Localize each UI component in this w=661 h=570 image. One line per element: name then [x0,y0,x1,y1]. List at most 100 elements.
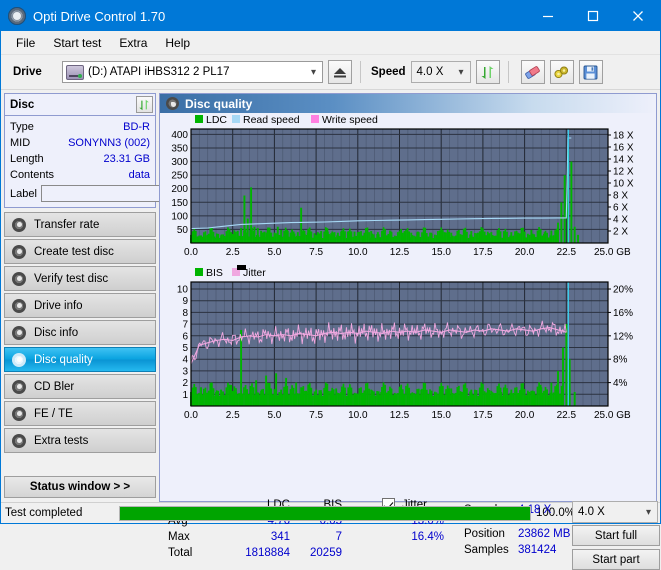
disc-icon [12,434,26,448]
svg-text:5.0: 5.0 [267,410,281,421]
toolbar-divider [360,61,361,83]
refresh-button[interactable] [476,60,500,84]
svg-text:4 X: 4 X [613,215,628,226]
sidebar-item-fe-te[interactable]: FE / TE [4,401,156,426]
svg-text:12.5: 12.5 [390,410,410,421]
svg-text:5.0: 5.0 [267,247,281,258]
sidebar-spacer [4,453,156,472]
window-controls [525,1,660,31]
disc-icon [12,380,26,394]
chevron-down-icon: ▾ [646,507,651,518]
disc-icon [12,218,26,232]
sidebar-item-disc-info[interactable]: Disc info [4,320,156,345]
app-window: Opti Drive Control 1.70 File Start test … [0,0,661,524]
sidebar-item-label: Disc quality [34,354,93,366]
progress-bar [119,504,531,523]
disc-icon [12,245,26,259]
svg-text:BIS: BIS [206,267,223,279]
disc-row-value: BD-R [123,121,150,133]
close-icon[interactable] [615,1,660,31]
sidebar-item-drive-info[interactable]: Drive info [4,293,156,318]
menu-item-extra[interactable]: Extra [110,33,156,53]
svg-text:Read speed: Read speed [243,114,300,126]
speed-select-value: 4.0 X [417,66,444,78]
disc-refresh-button[interactable] [136,96,153,113]
svg-text:2.5: 2.5 [226,247,240,258]
minimize-icon[interactable] [525,1,570,31]
disc-row-key: Type [10,121,34,133]
svg-text:4%: 4% [613,378,628,389]
svg-text:2 X: 2 X [613,227,628,238]
sidebar-item-label: FE / TE [34,408,73,420]
svg-text:8 X: 8 X [613,191,628,202]
svg-text:7.5: 7.5 [309,410,323,421]
stats-bis-max: 7 [296,531,342,543]
sidebar-item-cd-bler[interactable]: CD Bler [4,374,156,399]
svg-text:25.0 GB: 25.0 GB [594,247,631,258]
app-disc-icon [8,7,26,25]
svg-text:7: 7 [182,320,188,331]
save-button[interactable] [579,60,603,84]
chevron-down-icon: ▾ [311,67,316,78]
svg-text:17.5: 17.5 [473,247,493,258]
sidebar-item-verify-test-disc[interactable]: Verify test disc [4,266,156,291]
svg-text:Write speed: Write speed [322,114,378,126]
status-window-button[interactable]: Status window > > [4,476,156,498]
disc-label-row: Label [10,184,150,203]
disc-row-value: SONYNN3 (002) [68,137,150,149]
sidebar-item-extra-tests[interactable]: Extra tests [4,428,156,453]
test-speed-select[interactable]: 4.0 X ▾ [572,501,658,523]
svg-text:12%: 12% [613,331,633,342]
status-bar: Test completed 100.0% 33:14 [1,502,660,523]
sidebar-item-label: Verify test disc [34,273,108,285]
drive-select[interactable]: (D:) ATAPI iHBS312 2 PL17 ▾ [62,61,323,83]
position-value: 23862 MB [518,528,570,540]
sidebar-item-disc-quality[interactable]: Disc quality [4,347,156,372]
sidebar-item-create-test-disc[interactable]: Create test disc [4,239,156,264]
maximize-icon[interactable] [570,1,615,31]
progress-fill [120,507,530,520]
disc-panel-header: Disc [5,94,155,116]
menu-item-start-test[interactable]: Start test [44,33,110,53]
start-part-button[interactable]: Start part [572,549,660,570]
samples-label: Samples [464,544,509,556]
title-bar: Opti Drive Control 1.70 [1,1,660,31]
disc-row-value: 23.31 GB [104,153,150,165]
svg-text:2: 2 [182,378,188,389]
svg-text:22.5: 22.5 [557,247,577,258]
svg-text:5: 5 [182,343,188,354]
main-panel: Disc quality LDCRead speedWrite speed400… [159,93,657,502]
svg-text:15.0: 15.0 [431,410,451,421]
erase-button[interactable] [521,60,545,84]
svg-text:10.0: 10.0 [348,410,368,421]
menu-item-file[interactable]: File [7,33,44,53]
stats-row-total-label: Total [168,547,192,559]
svg-text:25.0 GB: 25.0 GB [594,410,631,421]
sidebar-item-label: Create test disc [34,246,114,258]
svg-text:4: 4 [182,355,188,366]
menu-item-help[interactable]: Help [156,33,199,53]
svg-text:100: 100 [171,211,188,222]
svg-text:12.5: 12.5 [390,247,410,258]
disc-label-key: Label [10,188,37,200]
disc-quality-icon [166,97,179,110]
svg-text:0.0: 0.0 [184,410,198,421]
speed-select[interactable]: 4.0 X ▾ [411,61,471,83]
svg-text:8%: 8% [613,355,628,366]
svg-text:22.5: 22.5 [557,410,577,421]
eject-button[interactable] [328,60,352,84]
svg-text:6 X: 6 X [613,203,628,214]
start-full-button[interactable]: Start full [572,525,660,546]
settings-button[interactable] [550,60,574,84]
chevron-down-icon: ▾ [458,67,463,78]
drive-select-value: (D:) ATAPI iHBS312 2 PL17 [88,66,229,78]
sidebar-item-transfer-rate[interactable]: Transfer rate [4,212,156,237]
svg-text:150: 150 [171,198,188,209]
bottom-chart: BISJitter1098765432120%16%12%8%4%0.02.55… [160,264,656,427]
status-message: Test completed [1,504,119,523]
sidebar-item-label: Transfer rate [34,219,99,231]
sidebar: Disc Type BD-R MID SONY [1,90,159,502]
svg-text:300: 300 [171,157,188,168]
sidebar-item-label: CD Bler [34,381,74,393]
sidebar-item-label: Disc info [34,327,78,339]
